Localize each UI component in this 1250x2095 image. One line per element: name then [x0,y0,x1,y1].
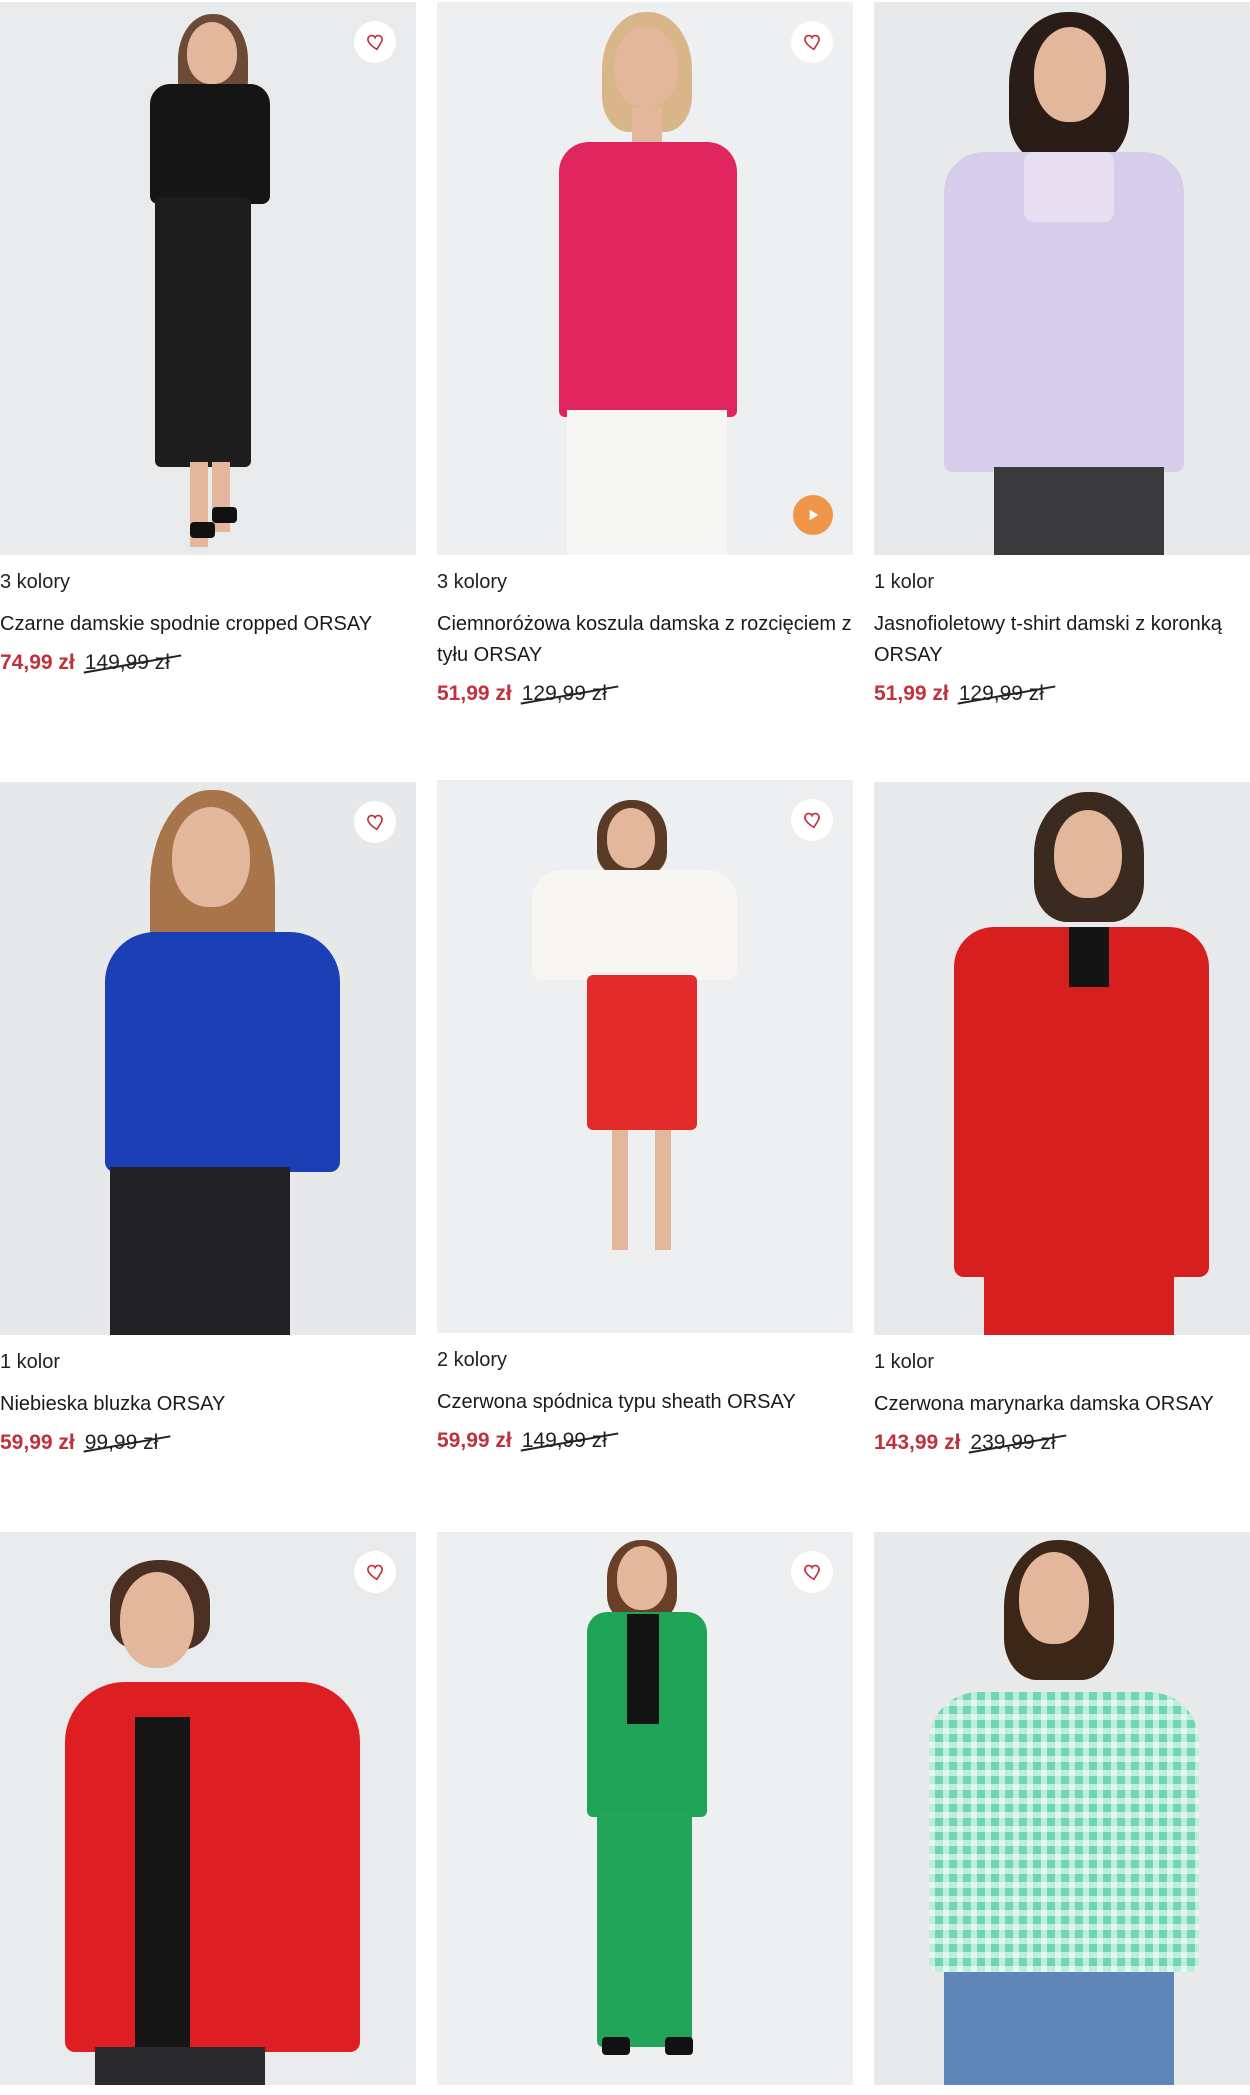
product-image[interactable] [437,1532,853,2085]
color-count: 1 kolor [874,571,935,593]
product-card[interactable] [437,1532,853,2085]
price-row: 74,99 zł 149,99 zł [0,648,416,678]
product-card[interactable]: 1 kolor Czerwona marynarka damska ORSAY … [874,782,1250,1458]
current-price: 51,99 zł [437,682,512,705]
product-name[interactable]: Czerwona spódnica typu sheath ORSAY [437,1387,853,1418]
model-figure [437,2,853,555]
color-count: 1 kolor [0,1351,61,1373]
price-row: 51,99 zł 129,99 zł [874,679,1250,709]
wishlist-button[interactable] [791,1551,833,1593]
old-price: 99,99 zł [85,1428,159,1458]
heart-icon [804,812,820,829]
heart-icon [367,814,383,831]
heart-icon [804,34,820,51]
color-count: 1 kolor [874,1351,935,1373]
old-price: 129,99 zł [959,679,1044,709]
model-figure [0,2,416,555]
product-grid: 3 kolory Czarne damskie spodnie cropped … [0,0,1250,2095]
current-price: 51,99 zł [874,682,949,705]
product-name[interactable]: Niebieska bluzka ORSAY [0,1389,416,1420]
current-price: 59,99 zł [437,1429,512,1452]
model-figure [0,782,416,1335]
product-image[interactable] [437,780,853,1333]
price-row: 51,99 zł 129,99 zł [437,679,853,709]
wishlist-button[interactable] [354,801,396,843]
model-figure [874,782,1250,1335]
model-figure [0,1532,416,2085]
product-card[interactable]: 2 kolory Czerwona spódnica typu sheath O… [437,780,853,1456]
color-count: 3 kolory [437,571,508,593]
product-image[interactable] [874,782,1250,1335]
heart-icon [804,1564,820,1581]
old-price: 239,99 zł [970,1428,1055,1458]
product-image[interactable] [0,2,416,555]
current-price: 74,99 zł [0,651,75,674]
product-card[interactable]: 1 kolor Jasnofioletowy t-shirt damski z … [874,2,1250,709]
wishlist-button[interactable] [354,1551,396,1593]
product-name[interactable]: Czarne damskie spodnie cropped ORSAY [0,609,416,640]
old-price: 149,99 zł [522,1426,607,1456]
product-card[interactable] [0,1532,416,2085]
price-row: 59,99 zł 99,99 zł [0,1428,416,1458]
product-image[interactable] [874,1532,1250,2085]
old-price: 149,99 zł [85,648,170,678]
color-count: 3 kolory [0,571,71,593]
heart-icon [367,1564,383,1581]
product-name[interactable]: Czerwona marynarka damska ORSAY [874,1389,1250,1420]
product-name[interactable]: Jasnofioletowy t-shirt damski z koronką … [874,609,1250,671]
current-price: 143,99 zł [874,1431,961,1454]
price-row: 59,99 zł 149,99 zł [437,1426,853,1456]
model-figure [437,780,853,1333]
product-image[interactable] [874,2,1250,555]
wishlist-button[interactable] [791,21,833,63]
current-price: 59,99 zł [0,1431,75,1454]
model-figure [874,1532,1250,2085]
product-card[interactable]: 3 kolory Czarne damskie spodnie cropped … [0,2,416,678]
product-image[interactable] [0,1532,416,2085]
price-row: 143,99 zł 239,99 zł [874,1428,1250,1458]
model-figure [874,2,1250,555]
product-card[interactable] [874,1532,1250,2085]
color-count: 2 kolory [437,1349,508,1371]
wishlist-button[interactable] [791,799,833,841]
product-name[interactable]: Ciemnoróżowa koszula damska z rozcięciem… [437,609,853,671]
product-card[interactable]: 3 kolory Ciemnoróżowa koszula damska z r… [437,2,853,709]
old-price: 129,99 zł [522,679,607,709]
model-figure [437,1532,853,2085]
product-image[interactable] [437,2,853,555]
play-icon [809,509,819,521]
heart-icon [367,34,383,51]
play-video-button[interactable] [793,495,833,535]
wishlist-button[interactable] [354,21,396,63]
product-card[interactable]: 1 kolor Niebieska bluzka ORSAY 59,99 zł … [0,782,416,1458]
product-image[interactable] [0,782,416,1335]
